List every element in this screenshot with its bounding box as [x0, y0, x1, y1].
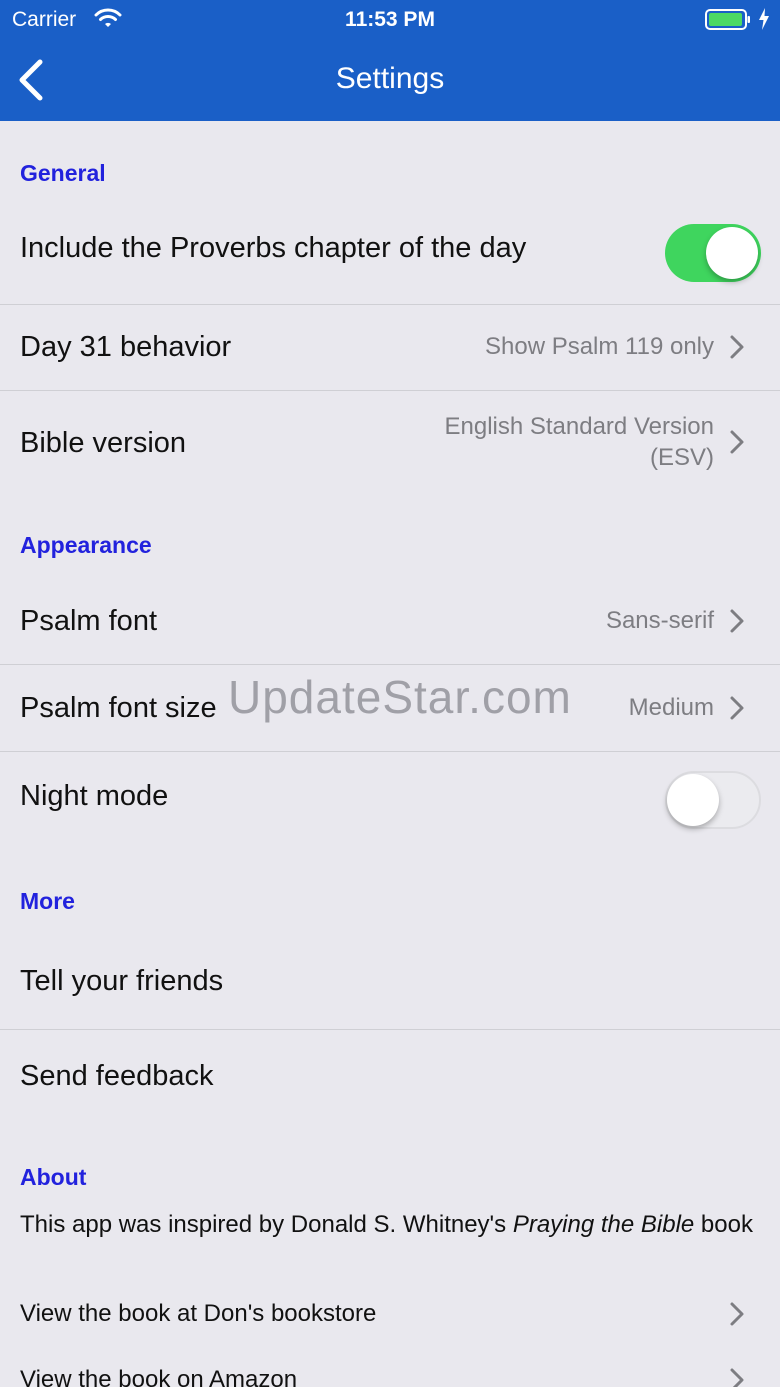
- chevron-right-icon: [730, 609, 744, 633]
- chevron-right-icon: [730, 696, 744, 720]
- section-header-about: About: [20, 1164, 87, 1190]
- day31-behavior-row[interactable]: Day 31 behavior Show Psalm 119 only: [0, 305, 780, 390]
- send-feedback-label: Send feedback: [20, 1060, 214, 1092]
- bible-version-value: English Standard Version (ESV): [444, 411, 714, 473]
- tell-friends-label: Tell your friends: [20, 965, 224, 997]
- psalm-font-label: Psalm font: [20, 605, 157, 637]
- chevron-right-icon: [730, 335, 744, 359]
- night-mode-row: Night mode: [0, 752, 780, 842]
- send-feedback-row[interactable]: Send feedback: [0, 1030, 780, 1124]
- section-header-general: General: [20, 160, 106, 186]
- about-text-prefix: This app was inspired by Donald S. Whitn…: [20, 1211, 513, 1238]
- bookstore-link: View the book at Don's bookstore: [20, 1300, 377, 1327]
- charging-bolt-icon: [759, 8, 769, 30]
- proverbs-row: Include the Proverbs chapter of the day: [0, 200, 780, 304]
- tell-friends-row[interactable]: Tell your friends: [0, 935, 780, 1029]
- about-text-suffix: book: [694, 1211, 753, 1238]
- chevron-right-icon: [730, 1368, 744, 1387]
- section-header-appearance: Appearance: [20, 532, 152, 558]
- bible-version-row[interactable]: Bible version English Standard Version (…: [0, 391, 780, 495]
- proverbs-label: Include the Proverbs chapter of the day: [20, 232, 527, 264]
- about-description: This app was inspired by Donald S. Whitn…: [20, 1210, 760, 1239]
- bible-version-value-line1: English Standard Version: [444, 413, 714, 440]
- psalm-font-size-label: Psalm font size: [20, 692, 217, 724]
- proverbs-toggle[interactable]: [665, 224, 761, 282]
- toggle-knob: [706, 227, 758, 279]
- psalm-font-value: Sans-serif: [605, 607, 714, 634]
- psalm-font-row[interactable]: Psalm font Sans-serif: [0, 578, 780, 664]
- bible-version-value-line2: (ESV): [649, 444, 714, 471]
- page-title: Settings: [335, 62, 445, 95]
- toggle-knob: [667, 774, 719, 826]
- chevron-right-icon: [730, 430, 744, 454]
- night-mode-toggle[interactable]: [665, 771, 761, 829]
- day31-label: Day 31 behavior: [20, 331, 232, 363]
- status-time: 11:53 PM: [345, 8, 435, 31]
- day31-value: Show Psalm 119 only: [484, 333, 714, 360]
- battery-icon: [705, 9, 750, 30]
- book-title: Praying the Bible: [512, 1211, 695, 1238]
- psalm-font-size-value: Medium: [628, 694, 714, 721]
- amazon-link-row[interactable]: View the book on Amazon: [0, 1350, 780, 1387]
- chevron-right-icon: [730, 1302, 744, 1326]
- night-mode-label: Night mode: [20, 780, 169, 812]
- bible-version-label: Bible version: [20, 427, 187, 459]
- section-header-more: More: [20, 888, 75, 914]
- bookstore-link-row[interactable]: View the book at Don's bookstore: [0, 1284, 780, 1344]
- status-bar: Carrier 11:53 PM: [0, 0, 780, 40]
- watermark: UpdateStar.com: [228, 671, 572, 723]
- navigation-bar: Carrier 11:53 PM Settings: [0, 0, 780, 121]
- amazon-link: View the book on Amazon: [20, 1366, 298, 1387]
